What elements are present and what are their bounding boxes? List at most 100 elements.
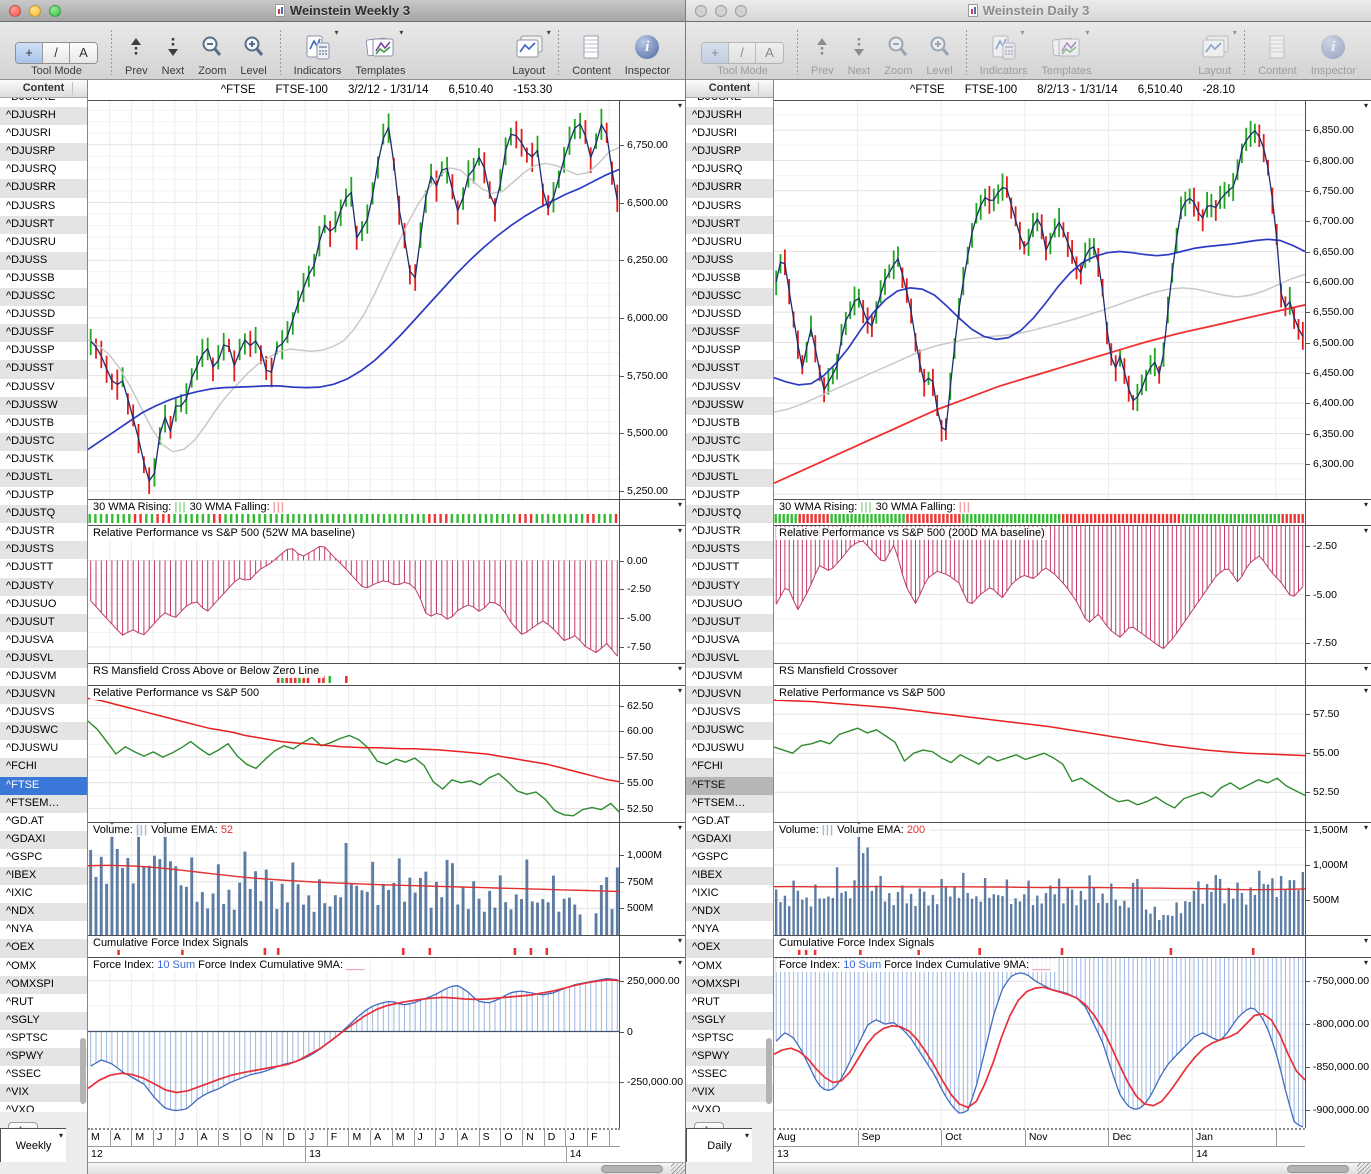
sidebar-item-djustc[interactable]: ^DJUSTC	[686, 433, 773, 451]
sidebar-item-sgly[interactable]: ^SGLY	[0, 1012, 87, 1030]
plot-area[interactable]	[774, 958, 1305, 1128]
sidebar-item-djusts[interactable]: ^DJUSTS	[686, 541, 773, 559]
indicators-button[interactable]: ▾ Indicators	[294, 26, 342, 77]
prev-button[interactable]: Prev	[811, 26, 834, 77]
sidebar-item-sgly[interactable]: ^SGLY	[686, 1012, 773, 1030]
sidebar-item-djusty[interactable]: ^DJUSTY	[0, 578, 87, 596]
zoom-out-button[interactable]: Zoom	[884, 26, 912, 77]
sidebar-item-vxo[interactable]: ^VXO	[0, 1102, 87, 1112]
next-button[interactable]: Next	[848, 26, 871, 77]
panel-disclosure[interactable]: ▾	[678, 958, 682, 967]
sidebar-item-ixic[interactable]: ^IXIC	[686, 885, 773, 903]
sidebar-item-omxspi[interactable]: ^OMXSPI	[0, 976, 87, 994]
sidebar-item-ftse[interactable]: ^FTSE	[0, 777, 87, 795]
sidebar-item-djusvm[interactable]: ^DJUSVM	[0, 668, 87, 686]
plot-area[interactable]	[774, 823, 1305, 935]
sidebar-item-omx[interactable]: ^OMX	[686, 958, 773, 976]
sidebar-item-vix[interactable]: ^VIX	[0, 1084, 87, 1102]
sidebar-item-spwy[interactable]: ^SPWY	[686, 1048, 773, 1066]
plot-area[interactable]	[88, 101, 620, 499]
sidebar-item-djustp[interactable]: ^DJUSTP	[0, 487, 87, 505]
panel-disclosure[interactable]: ▾	[678, 500, 682, 509]
indicators-button[interactable]: ▾ Indicators	[980, 26, 1028, 77]
sidebar-item-djusvs[interactable]: ^DJUSVS	[686, 704, 773, 722]
sidebar-item-djustq[interactable]: ^DJUSTQ	[0, 505, 87, 523]
resize-grip[interactable]	[1357, 1163, 1371, 1174]
templates-button[interactable]: ▾ Templates	[1041, 26, 1091, 77]
tool-text-button[interactable]: A	[70, 43, 97, 63]
plot-area[interactable]	[774, 686, 1305, 822]
sidebar-item-djusrt[interactable]: ^DJUSRT	[0, 216, 87, 234]
sidebar-item-djustt[interactable]: ^DJUSTT	[686, 559, 773, 577]
sidebar-scrollbar-thumb[interactable]	[766, 1038, 772, 1104]
panel-disclosure[interactable]: ▾	[678, 101, 682, 110]
sidebar-item-vxo[interactable]: ^VXO	[686, 1102, 773, 1112]
sidebar-item-djusrp[interactable]: ^DJUSRP	[0, 143, 87, 161]
tool-crosshair-button[interactable]: +	[16, 43, 43, 63]
sidebar-item-djuss[interactable]: ^DJUSS	[686, 252, 773, 270]
sidebar-item-djustr[interactable]: ^DJUSTR	[686, 523, 773, 541]
sidebar-item-djusrq[interactable]: ^DJUSRQ	[0, 161, 87, 179]
sidebar-item-djustb[interactable]: ^DJUSTB	[0, 415, 87, 433]
sidebar-item-oex[interactable]: ^OEX	[0, 939, 87, 957]
sidebar-item-gdaxi[interactable]: ^GDAXI	[686, 831, 773, 849]
sidebar-item-djusvm[interactable]: ^DJUSVM	[686, 668, 773, 686]
sidebar-item-gspc[interactable]: ^GSPC	[0, 849, 87, 867]
sidebar-item-djusut[interactable]: ^DJUSUT	[686, 614, 773, 632]
sidebar-item-djustk[interactable]: ^DJUSTK	[0, 451, 87, 469]
sidebar-item-omxspi[interactable]: ^OMXSPI	[686, 976, 773, 994]
sidebar-item-djustr[interactable]: ^DJUSTR	[0, 523, 87, 541]
sidebar-item-djustl[interactable]: ^DJUSTL	[0, 469, 87, 487]
sidebar-item-djussw[interactable]: ^DJUSSW	[0, 397, 87, 415]
sidebar-item-djusst[interactable]: ^DJUSST	[0, 360, 87, 378]
panel-disclosure[interactable]: ▾	[1364, 664, 1368, 673]
plot-area[interactable]	[88, 686, 620, 822]
sidebar-item-djussb[interactable]: ^DJUSSB	[686, 270, 773, 288]
sidebar-item-djusrp[interactable]: ^DJUSRP	[686, 143, 773, 161]
sidebar-item-djustl[interactable]: ^DJUSTL	[686, 469, 773, 487]
panel-disclosure[interactable]: ▾	[1364, 101, 1368, 110]
sidebar-item-ssec[interactable]: ^SSEC	[686, 1066, 773, 1084]
sidebar-item-djustb[interactable]: ^DJUSTB	[686, 415, 773, 433]
plot-area[interactable]	[88, 526, 620, 663]
sidebar-item-djuswu[interactable]: ^DJUSWU	[686, 740, 773, 758]
sidebar-item-oex[interactable]: ^OEX	[686, 939, 773, 957]
sidebar-item-djusrs[interactable]: ^DJUSRS	[0, 198, 87, 216]
sidebar-item-djustc[interactable]: ^DJUSTC	[0, 433, 87, 451]
sidebar-item-djusvn[interactable]: ^DJUSVN	[0, 686, 87, 704]
sidebar-scrollbar-thumb[interactable]	[80, 1038, 86, 1104]
sidebar-header[interactable]: Content	[0, 80, 87, 98]
sidebar-item-djusvn[interactable]: ^DJUSVN	[686, 686, 773, 704]
horizontal-scrollbar[interactable]	[774, 1162, 1371, 1174]
prev-button[interactable]: Prev	[125, 26, 148, 77]
sidebar-header[interactable]: Content	[686, 80, 773, 98]
sidebar-item-djuswu[interactable]: ^DJUSWU	[0, 740, 87, 758]
sidebar-item-ixic[interactable]: ^IXIC	[0, 885, 87, 903]
zoom-in-button[interactable]: Level	[240, 26, 266, 77]
resize-grip[interactable]	[671, 1163, 685, 1174]
horizontal-scrollbar[interactable]	[88, 1162, 685, 1174]
tool-line-button[interactable]: /	[729, 43, 756, 63]
sidebar-item-djuss[interactable]: ^DJUSS	[0, 252, 87, 270]
sidebar-item-djusre[interactable]: ^DJUSRE	[686, 98, 773, 107]
sidebar-item-gdat[interactable]: ^GD.AT	[0, 813, 87, 831]
inspector-button[interactable]: i Inspector	[625, 26, 670, 77]
sidebar-item-gdat[interactable]: ^GD.AT	[686, 813, 773, 831]
periodicity-selector[interactable]: Weekly▾	[0, 1128, 66, 1162]
sidebar-item-djussd[interactable]: ^DJUSSD	[0, 306, 87, 324]
sidebar-item-rut[interactable]: ^RUT	[686, 994, 773, 1012]
sidebar-item-spwy[interactable]: ^SPWY	[0, 1048, 87, 1066]
panel-disclosure[interactable]: ▾	[1364, 500, 1368, 509]
panel-disclosure[interactable]: ▾	[1364, 526, 1368, 535]
horizontal-scrollbar-thumb[interactable]	[1287, 1165, 1349, 1173]
sidebar-item-djussv[interactable]: ^DJUSSV	[686, 379, 773, 397]
sidebar-item-djuswc[interactable]: ^DJUSWC	[686, 722, 773, 740]
sidebar-item-djuswc[interactable]: ^DJUSWC	[0, 722, 87, 740]
sidebar-item-djusrh[interactable]: ^DJUSRH	[686, 107, 773, 125]
sidebar-item-djussc[interactable]: ^DJUSSC	[0, 288, 87, 306]
sidebar-item-djusvl[interactable]: ^DJUSVL	[0, 650, 87, 668]
sidebar-item-ftse[interactable]: ^FTSE	[686, 777, 773, 795]
panel-disclosure[interactable]: ▾	[678, 936, 682, 945]
panel-disclosure[interactable]: ▾	[678, 823, 682, 832]
sidebar-item-djusrs[interactable]: ^DJUSRS	[686, 198, 773, 216]
